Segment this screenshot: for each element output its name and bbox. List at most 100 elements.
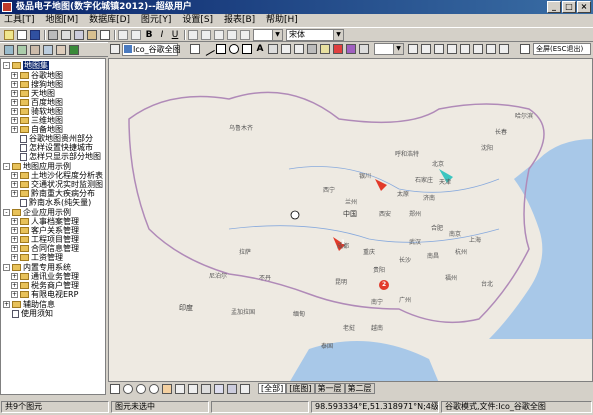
minimize-button[interactable]: _ [547, 1, 561, 13]
close-button[interactable]: × [577, 1, 591, 13]
menu-tools[interactable]: 工具[T] [0, 14, 39, 27]
tree-item[interactable]: + 百度地图 [11, 98, 63, 107]
tree-root[interactable]: - 地图集 [3, 61, 49, 70]
tab-all[interactable]: [全部] [258, 383, 287, 394]
align-icon[interactable] [434, 44, 444, 54]
copy-icon[interactable] [74, 30, 84, 40]
tree-item[interactable]: + 税务商户管理 [11, 281, 79, 290]
table-icon[interactable] [214, 384, 224, 394]
tree-item[interactable]: + 搜狗地图 [11, 80, 63, 89]
menu-map[interactable]: 地图[M] [41, 14, 82, 27]
tree-item[interactable]: + 人事档案管理 [11, 217, 79, 226]
zoom-in-icon[interactable] [123, 384, 133, 394]
polygon-tool-icon[interactable] [242, 44, 252, 54]
align-right-icon[interactable] [214, 30, 224, 40]
tree-item[interactable]: + 黔南重大疾病分布 [11, 189, 95, 198]
redo-icon[interactable] [131, 30, 141, 40]
pointer-icon[interactable] [110, 384, 120, 394]
paste-icon[interactable] [87, 30, 97, 40]
print-icon[interactable] [48, 30, 58, 40]
pan-hand-icon[interactable] [162, 384, 172, 394]
arrange-icon[interactable] [359, 44, 369, 54]
tree-item[interactable]: + 谷歌地图 [11, 71, 63, 80]
tree-item[interactable]: + 工程项目管理 [11, 235, 79, 244]
tree-item[interactable]: + 通讯业务管理 [11, 272, 79, 281]
open-folder-icon[interactable] [4, 30, 14, 40]
align-center-icon[interactable] [201, 30, 211, 40]
tree-item[interactable]: + 天地图 [11, 89, 55, 98]
find-icon[interactable] [43, 45, 53, 55]
tree-item[interactable]: 谷歌地图贵州部分 [20, 134, 93, 143]
new-file-icon[interactable] [17, 30, 27, 40]
image-tool-icon[interactable] [281, 44, 291, 54]
tree-group[interactable]: - 地图应用示例 [3, 162, 71, 171]
tree-group[interactable]: 使用须知 [12, 309, 53, 318]
tree-item[interactable]: 黔南水系(纯矢量) [20, 198, 91, 207]
tab-layer2[interactable]: 第二层 [344, 383, 375, 394]
tab-base[interactable]: [底图] [286, 383, 315, 394]
tree-item[interactable]: + 客户关系管理 [11, 226, 79, 235]
tree-item[interactable]: + 土地沙化程度分析表 [11, 171, 103, 180]
undo-icon[interactable] [118, 30, 128, 40]
tree-item[interactable]: 怎样设置快捷城市 [20, 143, 93, 152]
bold-icon[interactable]: B [144, 30, 154, 40]
distribute-icon[interactable] [447, 44, 457, 54]
zoom-window-icon[interactable] [149, 384, 159, 394]
menu-element[interactable]: 图元[Y] [137, 14, 176, 27]
tree-group[interactable]: - 企业应用示例 [3, 208, 71, 217]
map-canvas[interactable]: 乌鲁木齐 呼和浩特 北京 天津 石家庄 银川 西宁 太原 济南 郑州 西安 中国… [108, 58, 593, 382]
menu-help[interactable]: 帮助[H] [262, 14, 302, 27]
ellipse-tool-icon[interactable] [229, 44, 239, 54]
group-tool-icon[interactable] [307, 44, 317, 54]
delete-icon[interactable] [100, 30, 110, 40]
tree-group[interactable]: + 辅助信息 [3, 300, 55, 309]
select-arrow-icon[interactable] [190, 44, 200, 54]
lock-icon[interactable] [486, 44, 496, 54]
underline-icon[interactable]: U [170, 30, 180, 40]
line-color-icon[interactable] [333, 44, 343, 54]
info-icon[interactable] [240, 384, 250, 394]
symbol-tool-icon[interactable] [268, 44, 278, 54]
checkbox-icon[interactable] [520, 44, 530, 54]
maximize-button[interactable]: □ [562, 1, 576, 13]
tree-item[interactable]: 怎样只显示部分地图 [20, 152, 101, 161]
rectangle-tool-icon[interactable] [216, 44, 226, 54]
align-left-icon[interactable] [188, 30, 198, 40]
full-extent-icon[interactable] [175, 384, 185, 394]
menu-settings[interactable]: 设置[S] [178, 14, 217, 27]
tree-item[interactable]: + 三维地图 [11, 116, 63, 125]
text-tool-icon[interactable]: A [255, 44, 265, 54]
flip-icon[interactable] [421, 44, 431, 54]
layers-icon[interactable] [4, 45, 14, 55]
line-width-select[interactable]: ▼ [374, 43, 404, 55]
tab-layer1[interactable]: 第一层 [314, 383, 345, 394]
bring-front-icon[interactable] [460, 44, 470, 54]
tree-item[interactable]: + 自备地图 [11, 125, 63, 134]
tree-item[interactable]: + 合同信息管理 [11, 244, 79, 253]
tree-item[interactable]: + 交通状况实时监测图 [11, 180, 103, 189]
green-arrow-icon[interactable] [69, 45, 79, 55]
fullscreen-button[interactable]: 全屏(ESC退出) [533, 43, 591, 55]
tree-item[interactable]: + 工资管理 [11, 253, 63, 262]
line-spacing-icon[interactable] [240, 30, 250, 40]
layer-switch-icon[interactable] [227, 384, 237, 394]
export-icon[interactable] [56, 45, 66, 55]
font-size-select[interactable]: ▼ [253, 29, 283, 41]
menu-report[interactable]: 报表[B] [220, 14, 259, 27]
curve-tool-icon[interactable] [294, 44, 304, 54]
measure-icon[interactable] [188, 384, 198, 394]
menu-database[interactable]: 数据库[D] [85, 14, 134, 27]
unlock-icon[interactable] [499, 44, 509, 54]
tree-item[interactable]: + 有限电视ERP [11, 290, 78, 299]
cut-icon[interactable] [61, 30, 71, 40]
line-tool-icon[interactable] [201, 42, 215, 56]
grid-icon[interactable] [201, 384, 211, 394]
zoom-out-icon[interactable] [136, 384, 146, 394]
properties-icon[interactable] [30, 45, 40, 55]
refresh-icon[interactable] [17, 45, 27, 55]
star-marker[interactable] [290, 210, 300, 220]
send-back-icon[interactable] [473, 44, 483, 54]
tree-group[interactable]: - 内置专用系统 [3, 263, 71, 272]
justify-icon[interactable] [227, 30, 237, 40]
tree-item[interactable]: + 骑软地图 [11, 107, 63, 116]
